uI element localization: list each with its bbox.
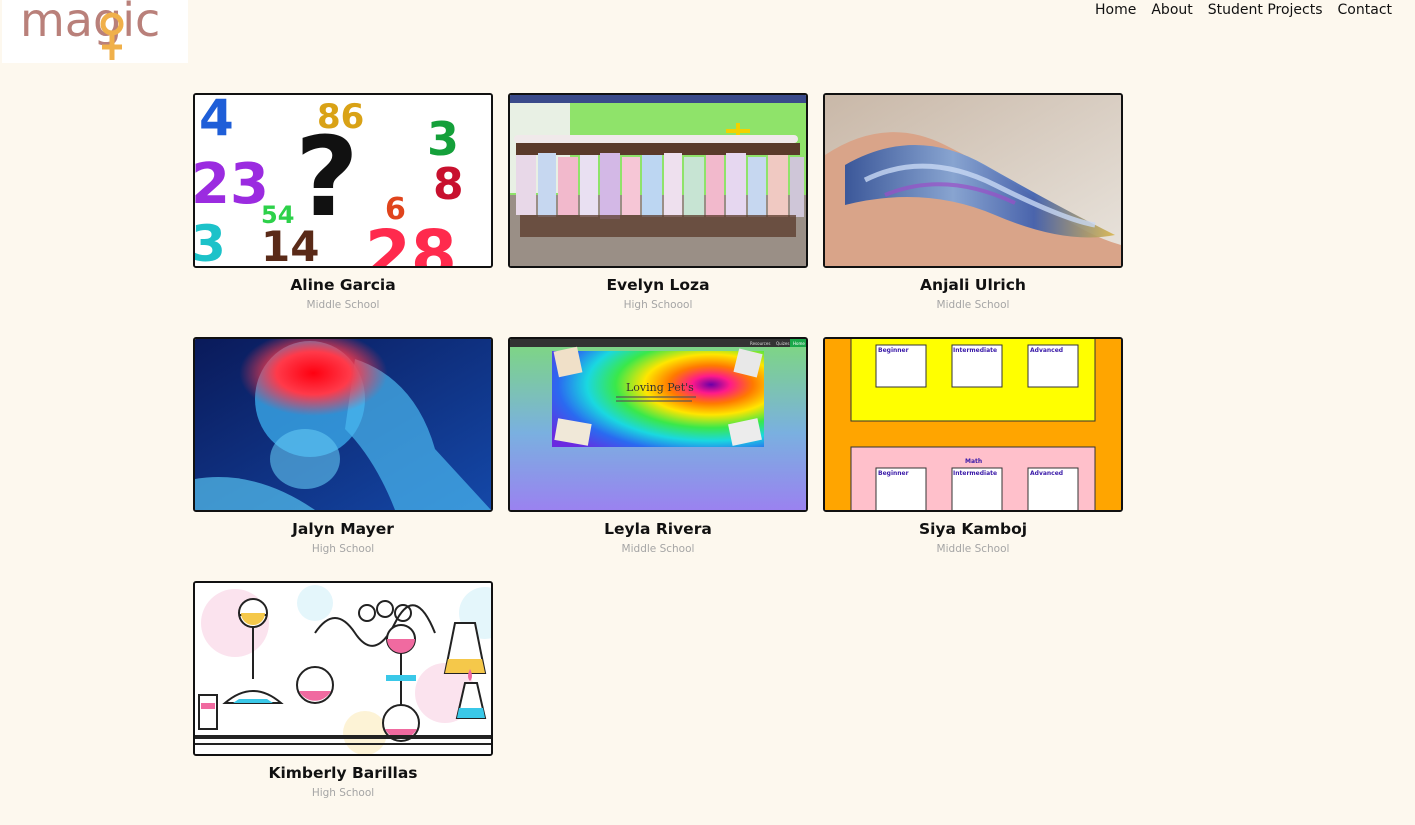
svg-text:Beginner: Beginner: [878, 470, 909, 477]
nav-student-projects[interactable]: Student Projects: [1208, 0, 1323, 20]
school-level: High School: [311, 787, 375, 799]
svg-text:23: 23: [195, 152, 269, 217]
svg-text:4: 4: [199, 95, 234, 147]
project-card[interactable]: Resources Quizes Home Loving Pet's Leyla…: [508, 337, 808, 581]
svg-text:Loving Pet's: Loving Pet's: [626, 381, 694, 394]
numbers-question-mark-image: 4 86 3 23 ? 8 54 6 3 14 28: [195, 95, 491, 266]
project-grid: 4 86 3 23 ? 8 54 6 3 14 28 Aline Garcia …: [193, 93, 1123, 825]
logo-wordmark: magic: [20, 0, 160, 47]
main-nav: Home About Student Projects Contact: [1095, 0, 1392, 20]
project-card[interactable]: Jalyn Mayer High School: [193, 337, 493, 581]
svg-text:Quizes: Quizes: [776, 341, 789, 346]
school-level: Middle School: [936, 543, 1010, 555]
loving-pets-website-image: Resources Quizes Home Loving Pet's: [510, 339, 806, 510]
project-card[interactable]: Evelyn Loza High Schoool: [508, 93, 808, 337]
nav-home[interactable]: Home: [1095, 0, 1136, 20]
children-group-photo-image: [510, 95, 806, 266]
project-card[interactable]: Beginner Intermediate Advanced Math Begi…: [823, 337, 1123, 581]
student-name[interactable]: Aline Garcia: [193, 276, 493, 294]
xray-headache-image: [195, 339, 491, 510]
project-thumbnail[interactable]: Resources Quizes Home Loving Pet's: [508, 337, 808, 512]
project-thumbnail[interactable]: [508, 93, 808, 268]
school-level: High Schoool: [623, 299, 693, 311]
student-name[interactable]: Leyla Rivera: [508, 520, 808, 538]
svg-text:Home: Home: [793, 341, 805, 346]
svg-text:14: 14: [261, 222, 319, 266]
svg-text:Intermediate: Intermediate: [953, 347, 997, 354]
project-card[interactable]: 4 86 3 23 ? 8 54 6 3 14 28 Aline Garcia …: [193, 93, 493, 337]
site-logo[interactable]: magic: [2, 0, 188, 63]
svg-text:3: 3: [195, 215, 226, 266]
student-name[interactable]: Evelyn Loza: [508, 276, 808, 294]
nav-contact[interactable]: Contact: [1338, 0, 1392, 20]
school-level: Middle School: [936, 299, 1010, 311]
project-thumbnail[interactable]: [193, 581, 493, 756]
chemistry-lab-illustration-image: [195, 583, 491, 754]
project-thumbnail[interactable]: 4 86 3 23 ? 8 54 6 3 14 28: [193, 93, 493, 268]
school-level: High School: [311, 543, 375, 555]
student-name[interactable]: Jalyn Mayer: [193, 520, 493, 538]
svg-text:Advanced: Advanced: [1030, 470, 1063, 477]
svg-text:Math: Math: [965, 458, 982, 465]
school-level: Middle School: [621, 543, 695, 555]
svg-text:Beginner: Beginner: [878, 347, 909, 354]
project-thumbnail[interactable]: [193, 337, 493, 512]
project-thumbnail[interactable]: Beginner Intermediate Advanced Math Begi…: [823, 337, 1123, 512]
student-name[interactable]: Anjali Ulrich: [823, 276, 1123, 294]
slime-hand-photo-image: [825, 95, 1121, 266]
magic-logo-icon: magic: [20, 0, 160, 60]
nav-about[interactable]: About: [1151, 0, 1192, 20]
math-levels-website-image: Beginner Intermediate Advanced Math Begi…: [825, 339, 1121, 510]
svg-text:3: 3: [427, 112, 459, 166]
project-card[interactable]: Anjali Ulrich Middle School: [823, 93, 1123, 337]
svg-text:Advanced: Advanced: [1030, 347, 1063, 354]
school-level: Middle School: [306, 299, 380, 311]
student-name[interactable]: Siya Kamboj: [823, 520, 1123, 538]
student-name[interactable]: Kimberly Barillas: [193, 764, 493, 782]
svg-text:Resources: Resources: [750, 341, 770, 346]
project-thumbnail[interactable]: [823, 93, 1123, 268]
svg-text:Intermediate: Intermediate: [953, 470, 997, 477]
svg-text:28: 28: [365, 216, 457, 266]
project-card[interactable]: Kimberly Barillas High School: [193, 581, 493, 825]
svg-text:8: 8: [433, 159, 464, 210]
